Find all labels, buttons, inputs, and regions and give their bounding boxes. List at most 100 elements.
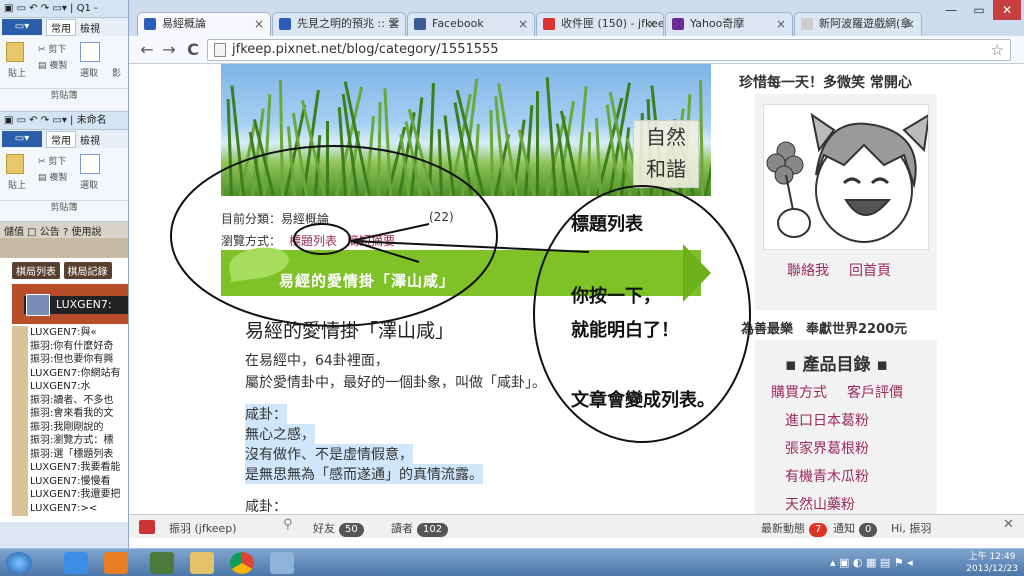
tab-view[interactable]: 檢視 [80, 20, 100, 35]
page-icon [214, 43, 226, 57]
chat-line: 振羽:瀏覽方式：標 [30, 435, 114, 446]
annotation-click: 你按一下， [571, 286, 661, 307]
paint-icon[interactable] [270, 552, 294, 574]
page-viewport: 自然 和諧 目前分類：易經概論 (22) 瀏覽方式： 標題列表 簡短摘要 易經的… [129, 64, 1024, 514]
chat-line: LUXGEN7:我要看能 [30, 462, 121, 473]
windows-taskbar: ▴ ▣ ◐ ▦ ▤ ⚑ ◂ 上午 12:49 2013/12/23 [0, 548, 1024, 576]
select-icon-2[interactable] [80, 154, 100, 174]
forward-button[interactable]: → [159, 40, 179, 60]
clipboard-group-label-2: 剪貼簿 [0, 200, 128, 214]
minimize-button[interactable]: — [937, 0, 965, 20]
paste-icon-2[interactable] [6, 154, 24, 174]
game-chat-window: 儲值 □ 公告 ? 使用說 棋局列表 棋局記錄 LUXGEN7: LUXGEN7… [0, 222, 140, 522]
paint-title-bar-2: ▣ ▭ ↶ ↷ ▭▾ | 未命名 [0, 112, 128, 130]
search-icon[interactable]: ⚲ [283, 517, 293, 532]
address-bar[interactable]: jfkeep.pixnet.net/blog/category/1551555 … [207, 39, 1011, 61]
bookmark-star-icon[interactable]: ☆ [991, 40, 1004, 60]
readers-counter[interactable]: 讀者 102 [391, 520, 449, 537]
pixnet-favicon-icon [144, 18, 156, 30]
close-tab-icon[interactable]: × [905, 13, 915, 35]
chat-line: 振羽:選「標題列表 [30, 448, 114, 460]
maximize-button[interactable]: ▭ [965, 0, 993, 20]
paste-label: 貼上 [8, 69, 27, 79]
system-tray-icons[interactable]: ▴ ▣ ◐ ▦ ▤ ⚑ ◂ [830, 556, 913, 569]
paint-window-1: ▣ ▭ ↶ ↷ ▭▾ | Q1 - ▭▾ 常用 檢視 貼上 ✂ 剪下 ▤ 複製 … [0, 0, 128, 112]
cut-button[interactable]: ✂ 剪下 [38, 42, 66, 55]
close-tab-icon[interactable]: × [254, 13, 264, 35]
select-label: 選取 [80, 69, 99, 79]
cut-button-2[interactable]: ✂ 剪下 [38, 154, 66, 167]
chat-line: 振羽:讀者、不多也 [30, 394, 114, 406]
close-window-button[interactable]: ✕ [993, 0, 1021, 20]
pixbar-username[interactable]: 振羽 (jfkeep) [169, 520, 237, 536]
start-button[interactable] [6, 552, 32, 574]
paint-title-bar-1: ▣ ▭ ↶ ↷ ▭▾ | Q1 - [0, 0, 128, 18]
paint-window-2: ▣ ▭ ↶ ↷ ▭▾ | 未命名 ▭▾ 常用 檢視 貼上 ✂ 剪下 ▤ 複製 選… [0, 112, 128, 222]
tab-home-2[interactable]: 常用 [46, 130, 76, 148]
chat-line: LUXGEN7:>< [30, 502, 98, 514]
chat-log: LUXGEN7:與« 振羽:你有什麼好奇 振羽:但也要你有興 LUXGEN7:你… [30, 326, 128, 515]
file-menu-button[interactable]: ▭▾ [2, 19, 42, 35]
greeting-menu[interactable]: Hi, 振羽 [891, 520, 931, 536]
pixnet-bottom-bar: 振羽 (jfkeep) ⚲ 好友 50 讀者 102 最新動態 7 通知 0 Hi, 振… [129, 514, 1024, 538]
chat-line: LUXGEN7:水 [30, 381, 91, 392]
image-group-label: 影 [112, 69, 122, 79]
tab-strip: 易經概論 × 先見之明的預兆 :: 雲 × Facebook × 收件匣 (150) … [129, 0, 1024, 36]
chat-line: 振羽:會來看我的文 [30, 408, 114, 419]
chat-line: LUXGEN7:我還要把 [30, 489, 121, 500]
tab-facebook[interactable]: Facebook × [407, 12, 535, 36]
paste-label-2: 貼上 [8, 181, 27, 191]
tab-gmail[interactable]: 收件匣 (150) - jfkee × [536, 12, 664, 36]
game-record-button[interactable]: 棋局記錄 [63, 262, 112, 279]
paste-icon[interactable] [6, 42, 24, 62]
chrome-browser-window: 易經概論 × 先見之明的預兆 :: 雲 × Facebook × 收件匣 (150) … [128, 0, 1024, 548]
yahoo-icon [672, 18, 684, 30]
annotation-understand: 就能明白了！ [571, 320, 679, 341]
tab-view-2[interactable]: 檢視 [80, 132, 100, 147]
chat-line: 振羽:我剛剛說的 [30, 421, 104, 433]
facebook-icon [414, 18, 426, 30]
close-bar-icon[interactable]: ✕ [1003, 517, 1014, 532]
back-button[interactable]: ← [137, 40, 157, 60]
annotation-list-result: 文章會變成列表。 [571, 390, 715, 411]
notify-counter[interactable]: 通知 0 [833, 520, 878, 537]
select-icon[interactable] [80, 42, 100, 62]
clock[interactable]: 上午 12:49 2013/12/23 [966, 551, 1018, 575]
chat-line: LUXGEN7:與« [30, 327, 97, 338]
clipboard-group-label: 剪貼簿 [0, 88, 128, 102]
game-app-icon[interactable] [150, 552, 174, 574]
blank-page-icon [801, 18, 813, 30]
user-avatar-icon[interactable] [139, 520, 155, 534]
friends-counter[interactable]: 好友 50 [313, 520, 364, 537]
tab-apollo[interactable]: 新阿波羅遊戲網(拿 × [794, 12, 922, 36]
file-menu-button-2[interactable]: ▭▾ [2, 131, 42, 147]
folder-icon[interactable] [190, 552, 214, 574]
select-label-2: 選取 [80, 181, 99, 191]
close-tab-icon[interactable]: × [776, 13, 786, 35]
copy-button[interactable]: ▤ 複製 [38, 58, 67, 71]
chat-toolbar: 儲值 □ 公告 ? 使用說 [0, 222, 128, 238]
close-tab-icon[interactable]: × [647, 13, 657, 35]
annotation-title-list: 標題列表 [571, 214, 643, 235]
chat-line: 振羽:你有什麼好奇 [30, 340, 114, 352]
news-counter[interactable]: 最新動態 7 [761, 520, 828, 537]
browser-toolbar: ← → C jfkeep.pixnet.net/blog/category/15… [129, 36, 1024, 64]
chat-line: LUXGEN7:慢慢看 [30, 475, 111, 487]
copy-button-2[interactable]: ▤ 複製 [38, 170, 67, 183]
chrome-icon[interactable] [230, 552, 254, 574]
tab-home[interactable]: 常用 [46, 18, 76, 36]
chat-line: LUXGEN7:你網站有 [30, 367, 121, 379]
media-player-icon[interactable] [104, 552, 128, 574]
avatar [26, 294, 50, 316]
close-tab-icon[interactable]: × [518, 13, 528, 35]
gmail-icon [543, 18, 555, 30]
reload-button[interactable]: C [183, 40, 203, 60]
chat-line: 振羽:但也要你有興 [30, 354, 114, 365]
ie-icon[interactable] [64, 552, 88, 574]
tab-yijing[interactable]: 易經概論 × [137, 12, 271, 36]
tab-yahoo[interactable]: Yahoo奇摩 × [665, 12, 793, 36]
game-list-button[interactable]: 棋局列表 [12, 262, 60, 279]
site-favicon-icon [279, 18, 291, 30]
close-tab-icon[interactable]: × [389, 13, 399, 35]
tab-omen[interactable]: 先見之明的預兆 :: 雲 × [272, 12, 406, 36]
